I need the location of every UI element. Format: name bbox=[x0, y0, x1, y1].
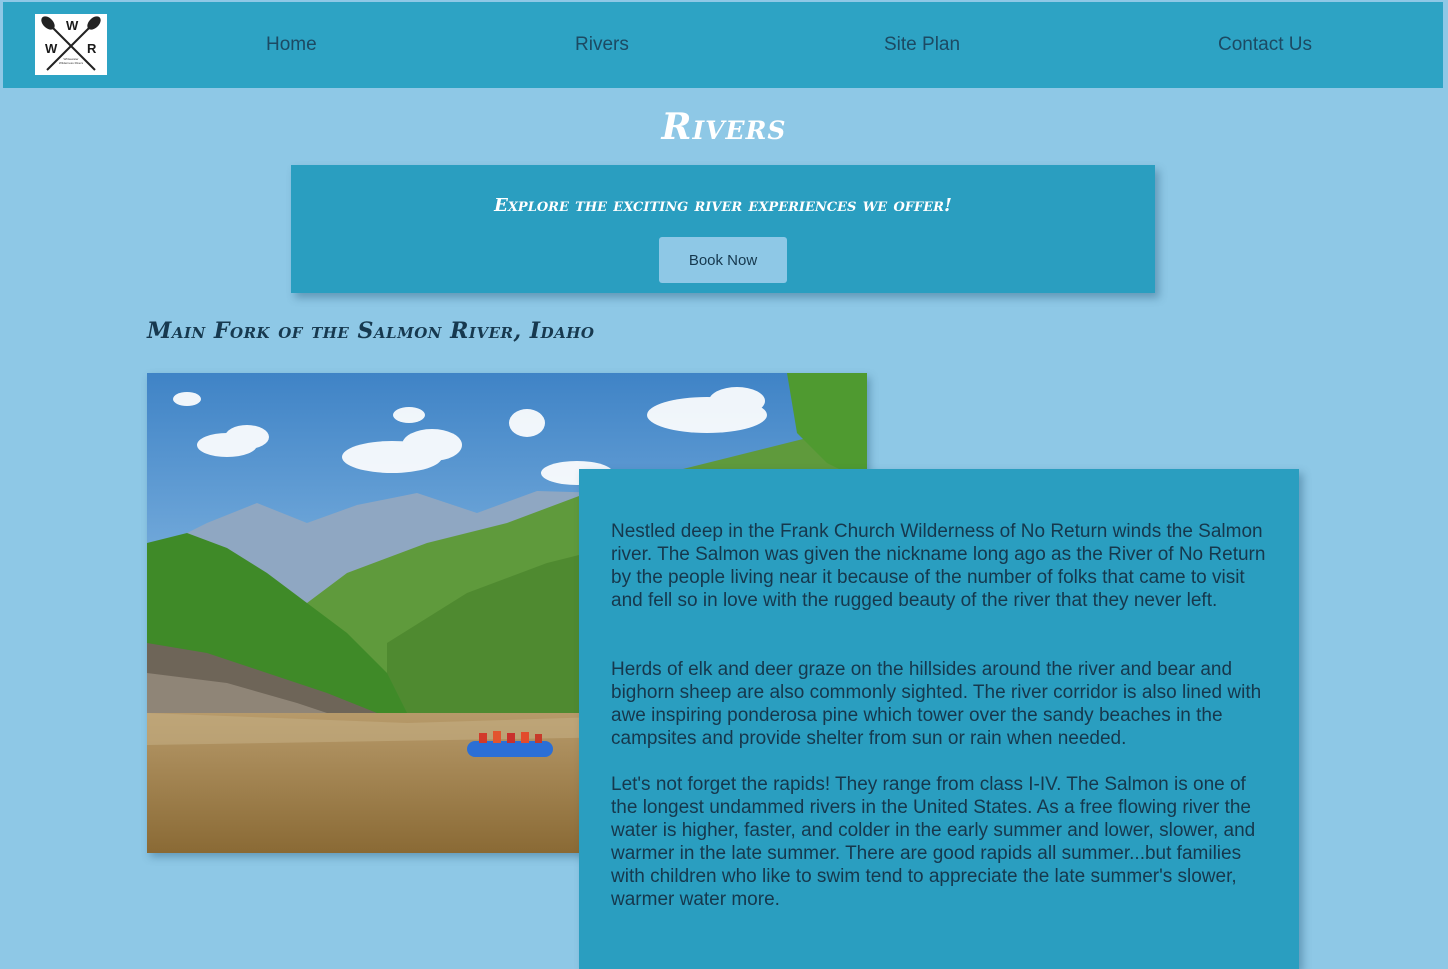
logo-letter-left: W bbox=[45, 41, 58, 56]
nav-link-home[interactable]: Home bbox=[266, 34, 317, 56]
top-navigation-bar: W W R Whitewater Wilderness Rivers Home … bbox=[3, 2, 1443, 88]
banner-tagline: Explore the exciting river experiences w… bbox=[494, 195, 952, 216]
logo-letter-right: R bbox=[87, 41, 97, 56]
book-now-button[interactable]: Book Now bbox=[659, 237, 787, 283]
booking-banner: Explore the exciting river experiences w… bbox=[291, 165, 1155, 293]
site-logo[interactable]: W W R Whitewater Wilderness Rivers bbox=[35, 14, 107, 75]
river-description-paragraph-1: Nestled deep in the Frank Church Wildern… bbox=[611, 521, 1266, 611]
logo-tagline: Whitewater Wilderness Rivers bbox=[58, 57, 84, 65]
river-description-paragraph-3: Let's not forget the rapids! They range … bbox=[611, 774, 1256, 910]
river-section-title: Main Fork of the Salmon River, Idaho bbox=[147, 318, 595, 344]
nav-link-rivers[interactable]: Rivers bbox=[575, 34, 629, 56]
nav-link-contact-us[interactable]: Contact Us bbox=[1218, 34, 1312, 56]
river-description-paragraph-2: Herds of elk and deer graze on the hills… bbox=[611, 659, 1262, 749]
river-description-card: Nestled deep in the Frank Church Wildern… bbox=[579, 469, 1299, 969]
nav-link-site-plan[interactable]: Site Plan bbox=[884, 34, 960, 56]
page-title: Rivers bbox=[661, 106, 787, 148]
logo-letter-top: W bbox=[66, 18, 79, 33]
